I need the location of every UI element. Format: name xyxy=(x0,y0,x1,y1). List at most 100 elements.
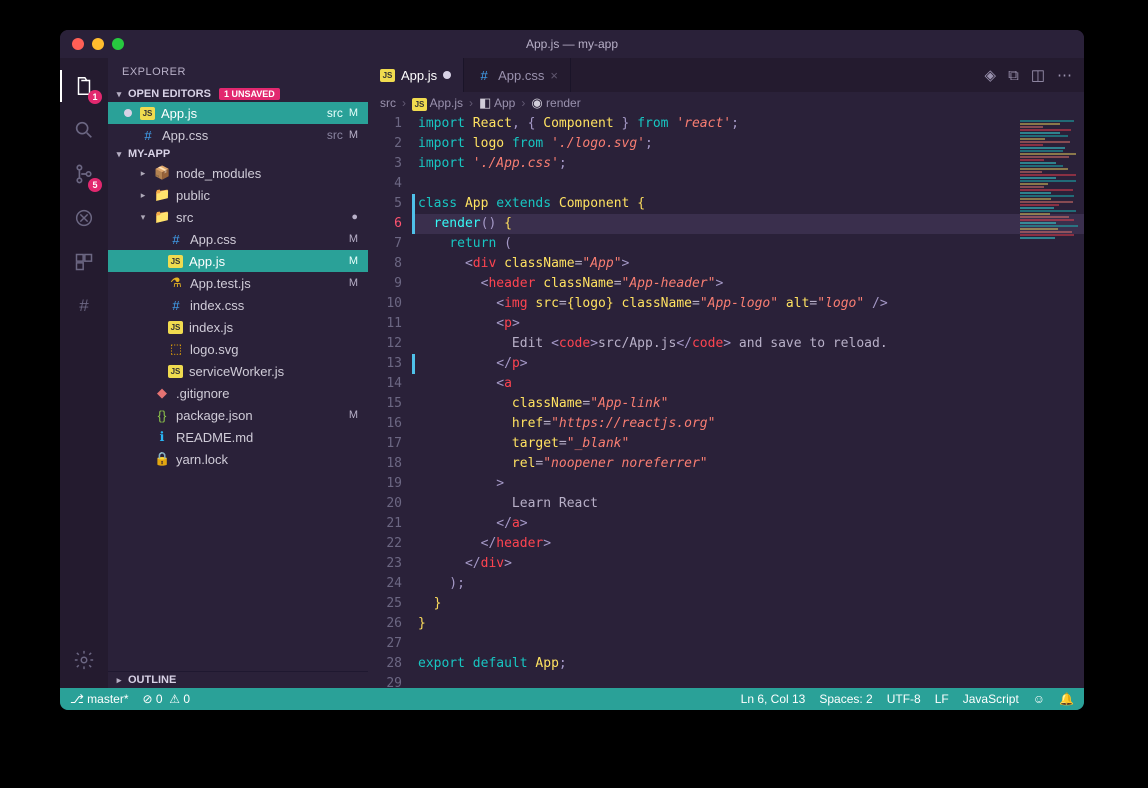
line-number: 29 xyxy=(368,674,402,688)
open-editor-item[interactable]: JS App.js src M xyxy=(108,102,368,124)
open-changes-icon[interactable]: ⧉ xyxy=(1008,67,1019,84)
tree-item-label: index.css xyxy=(190,298,352,313)
status-problems[interactable]: ⊘ 0 ⚠ 0 xyxy=(143,692,191,706)
code-line[interactable]: > xyxy=(412,474,1084,494)
file-tree: ▸📦 node_modules ▸📁 public ▾📁 src ● # App… xyxy=(108,162,368,671)
compare-changes-icon[interactable]: ◈ xyxy=(985,66,997,84)
status-feedback-icon[interactable]: ☺ xyxy=(1033,692,1045,706)
status-bell-icon[interactable]: 🔔 xyxy=(1059,692,1074,706)
breadcrumb[interactable]: src › JS App.js › ◧ App › ◉ render xyxy=(368,92,1084,114)
breadcrumb-item[interactable]: src xyxy=(380,96,396,110)
code-line[interactable]: Edit <code>src/App.js</code> and save to… xyxy=(412,334,1084,354)
maximize-window-button[interactable] xyxy=(112,38,124,50)
code-line[interactable]: </div> xyxy=(412,554,1084,574)
code-line[interactable]: Learn React xyxy=(412,494,1084,514)
status-encoding[interactable]: UTF-8 xyxy=(887,692,921,706)
activity-source-control-icon[interactable]: 5 xyxy=(60,154,108,194)
tree-item[interactable]: ⚗ App.test.js M xyxy=(108,272,368,294)
code-line[interactable]: render() { xyxy=(412,214,1084,234)
more-actions-icon[interactable]: ⋯ xyxy=(1057,66,1072,84)
tree-item[interactable]: {} package.json M xyxy=(108,404,368,426)
tree-item-label: App.css xyxy=(190,232,343,247)
open-editors-header[interactable]: ▾ OPEN EDITORS 1 UNSAVED xyxy=(108,86,368,102)
outline-header[interactable]: ▸ OUTLINE xyxy=(108,671,368,688)
code-line[interactable]: rel="noopener noreferrer" xyxy=(412,454,1084,474)
tree-item[interactable]: JS App.js M xyxy=(108,250,368,272)
close-window-button[interactable] xyxy=(72,38,84,50)
activity-explorer-icon[interactable]: 1 xyxy=(60,66,108,106)
tree-item[interactable]: # App.css M xyxy=(108,228,368,250)
tree-item[interactable]: ▾📁 src ● xyxy=(108,206,368,228)
close-tab-icon[interactable]: × xyxy=(550,68,558,83)
git-status: M xyxy=(349,255,358,267)
tree-item[interactable]: 🔒 yarn.lock xyxy=(108,448,368,470)
code-line[interactable]: <a xyxy=(412,374,1084,394)
tree-item[interactable]: # index.css xyxy=(108,294,368,316)
status-spaces[interactable]: Spaces: 2 xyxy=(819,692,872,706)
code-content[interactable]: import React, { Component } from 'react'… xyxy=(412,114,1084,688)
activity-bar: 1 5 # xyxy=(60,58,108,688)
editor-tab[interactable]: JS App.js xyxy=(368,58,464,92)
tree-item[interactable]: ⬚ logo.svg xyxy=(108,338,368,360)
code-line[interactable]: </p> xyxy=(412,354,1084,374)
file-name: App.css xyxy=(162,128,319,143)
tree-item-label: index.js xyxy=(189,320,352,335)
activity-extensions-icon[interactable] xyxy=(60,242,108,282)
activity-bracket-pair-icon[interactable]: # xyxy=(60,286,108,326)
breadcrumb-item[interactable]: JS App.js xyxy=(412,96,463,111)
code-line[interactable]: } xyxy=(412,614,1084,634)
code-line[interactable]: </a> xyxy=(412,514,1084,534)
code-line[interactable]: } xyxy=(412,594,1084,614)
tree-item[interactable]: ◆ .gitignore xyxy=(108,382,368,404)
code-editor[interactable]: 1234567891011121314151617181920212223242… xyxy=(368,114,1084,688)
editor-tab[interactable]: # App.css × xyxy=(464,58,571,92)
code-line[interactable]: return ( xyxy=(412,234,1084,254)
code-line[interactable]: </header> xyxy=(412,534,1084,554)
tree-item[interactable]: ℹ README.md xyxy=(108,426,368,448)
status-cursor[interactable]: Ln 6, Col 13 xyxy=(741,692,806,706)
minimize-window-button[interactable] xyxy=(92,38,104,50)
activity-settings-icon[interactable] xyxy=(60,640,108,680)
file-path: src xyxy=(327,128,343,142)
split-editor-icon[interactable]: ◫ xyxy=(1031,66,1045,84)
tab-label: App.js xyxy=(401,68,437,83)
breadcrumb-separator: › xyxy=(469,96,473,110)
chevron-right-icon: ▸ xyxy=(138,190,148,201)
code-line[interactable]: className="App-link" xyxy=(412,394,1084,414)
code-line[interactable]: class App extends Component { xyxy=(412,194,1084,214)
tree-item[interactable]: JS index.js xyxy=(108,316,368,338)
line-number: 14 xyxy=(368,374,402,394)
code-line[interactable]: <header className="App-header"> xyxy=(412,274,1084,294)
tree-item[interactable]: ▸📦 node_modules xyxy=(108,162,368,184)
code-line[interactable] xyxy=(412,674,1084,688)
status-eol[interactable]: LF xyxy=(935,692,949,706)
tree-item-label: README.md xyxy=(176,430,352,445)
activity-debug-icon[interactable] xyxy=(60,198,108,238)
code-line[interactable]: href="https://reactjs.org" xyxy=(412,414,1084,434)
code-line[interactable]: target="_blank" xyxy=(412,434,1084,454)
project-header[interactable]: ▾ MY-APP xyxy=(108,146,368,162)
status-branch[interactable]: ⎇ master* xyxy=(70,692,129,706)
line-number: 24 xyxy=(368,574,402,594)
sidebar-title: EXPLORER xyxy=(108,58,368,86)
code-line[interactable] xyxy=(412,174,1084,194)
code-line[interactable]: import logo from './logo.svg'; xyxy=(412,134,1084,154)
code-line[interactable]: <div className="App"> xyxy=(412,254,1084,274)
code-line[interactable]: import './App.css'; xyxy=(412,154,1084,174)
tree-item[interactable]: ▸📁 public xyxy=(108,184,368,206)
code-line[interactable]: <img src={logo} className="App-logo" alt… xyxy=(412,294,1084,314)
titlebar[interactable]: App.js — my-app xyxy=(60,30,1084,58)
code-line[interactable] xyxy=(412,634,1084,654)
code-line[interactable]: import React, { Component } from 'react'… xyxy=(412,114,1084,134)
code-line[interactable]: export default App; xyxy=(412,654,1084,674)
tree-item[interactable]: JS serviceWorker.js xyxy=(108,360,368,382)
status-language[interactable]: JavaScript xyxy=(963,692,1019,706)
activity-search-icon[interactable] xyxy=(60,110,108,150)
code-line[interactable]: <p> xyxy=(412,314,1084,334)
code-line[interactable]: ); xyxy=(412,574,1084,594)
breadcrumb-item[interactable]: ◉ render xyxy=(531,95,580,111)
breadcrumb-item[interactable]: ◧ App xyxy=(479,95,515,111)
line-number: 11 xyxy=(368,314,402,334)
open-editor-item[interactable]: # App.css src M xyxy=(108,124,368,146)
line-number: 17 xyxy=(368,434,402,454)
